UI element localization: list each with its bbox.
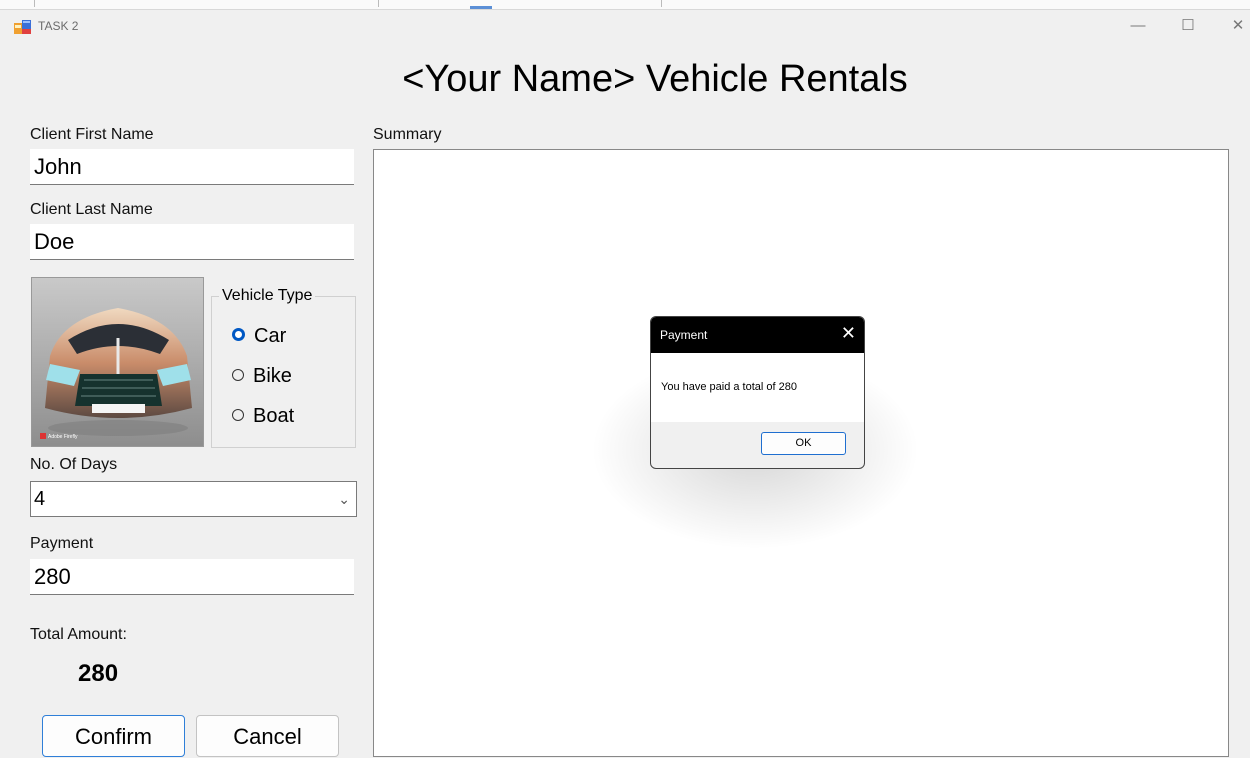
svg-text:Adobe Firefly: Adobe Firefly (48, 434, 78, 440)
minimize-icon[interactable]: — (1120, 14, 1156, 38)
ok-button[interactable]: OK (761, 432, 846, 455)
last-name-field[interactable]: Doe (30, 224, 354, 260)
first-name-label: Client First Name (30, 126, 154, 143)
radio-bike[interactable]: Bike (232, 362, 292, 390)
total-amount-label: Total Amount: (30, 626, 127, 643)
cancel-button[interactable]: Cancel (196, 715, 339, 757)
first-name-field[interactable]: John (30, 149, 354, 185)
vehicle-image: Adobe Firefly (31, 277, 204, 447)
dialog-title: Payment (660, 328, 708, 342)
summary-label: Summary (373, 126, 442, 143)
confirm-button[interactable]: Confirm (42, 715, 185, 757)
radio-unselected-icon (232, 368, 244, 381)
page-title: <Your Name> Vehicle Rentals (402, 58, 908, 100)
close-icon[interactable]: ✕ (1220, 14, 1250, 38)
chevron-down-icon: ⌄ (338, 491, 350, 507)
payment-field[interactable]: 280 (30, 559, 354, 595)
radio-unselected-icon (232, 408, 244, 421)
title-bar: TASK 2 — ☐ ✕ (0, 10, 1250, 42)
window-title: TASK 2 (38, 19, 79, 33)
radio-car[interactable]: Car (232, 322, 286, 350)
radio-boat[interactable]: Boat (232, 402, 294, 430)
total-amount-value: 280 (78, 660, 119, 687)
payment-label: Payment (30, 535, 94, 552)
days-value: 4 (34, 488, 46, 510)
app-icon (14, 20, 31, 34)
dialog-body: You have paid a total of 280 (651, 353, 864, 422)
dialog-close-icon[interactable]: ✕ (841, 323, 856, 344)
vehicle-type-title: Vehicle Type (219, 287, 316, 305)
last-name-label: Client Last Name (30, 201, 153, 218)
dialog-title-bar: Payment ✕ (651, 317, 864, 353)
days-dropdown[interactable]: 4 ⌄ (30, 481, 357, 517)
radio-car-label: Car (254, 325, 287, 347)
maximize-icon[interactable]: ☐ (1170, 14, 1206, 38)
dialog-message: You have paid a total of 280 (661, 381, 797, 393)
radio-selected-icon (232, 328, 245, 342)
days-label: No. Of Days (30, 456, 118, 473)
top-strip (0, 0, 1250, 10)
radio-bike-label: Bike (253, 365, 292, 387)
radio-boat-label: Boat (253, 405, 295, 427)
payment-dialog: Payment ✕ You have paid a total of 280 O… (650, 316, 865, 469)
